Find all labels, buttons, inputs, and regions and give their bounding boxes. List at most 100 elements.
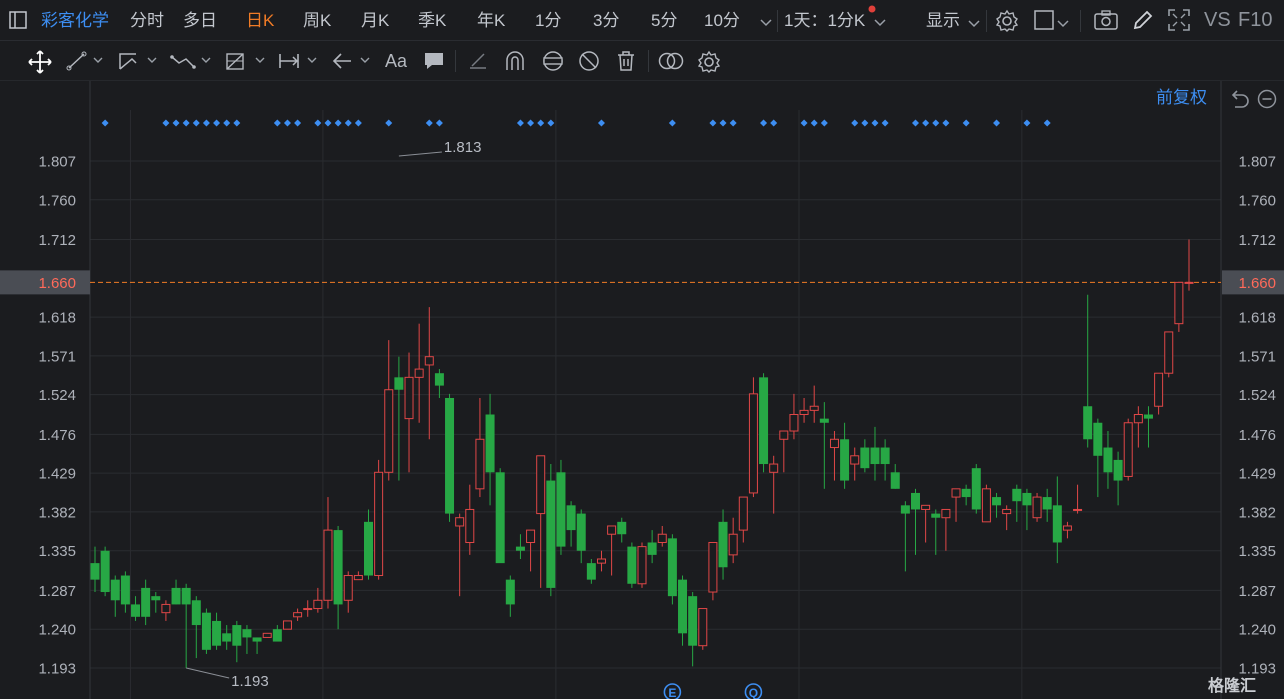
event-diamond-icon[interactable] [962, 119, 970, 127]
candle-body-up[interactable] [1073, 508, 1083, 511]
candle-body-down[interactable] [100, 550, 110, 593]
candle-body-down[interactable] [880, 447, 890, 465]
event-diamond-icon[interactable] [547, 119, 555, 127]
period-tab[interactable]: 年K [477, 0, 505, 41]
candle-body-up[interactable] [1062, 525, 1072, 531]
trash-icon[interactable] [616, 50, 636, 77]
candle-body-down[interactable] [1012, 488, 1022, 502]
adjust-mode-button[interactable]: 前复权 [1156, 86, 1207, 110]
chevron-down-icon[interactable] [968, 16, 980, 34]
candle-body-down[interactable] [120, 575, 130, 605]
event-diamond-icon[interactable] [324, 119, 332, 127]
candle-body-up[interactable] [526, 529, 536, 543]
gear-icon[interactable] [995, 9, 1019, 38]
candle-body-down[interactable] [931, 513, 941, 518]
candle-body-down[interactable] [556, 472, 566, 547]
candle-body-down[interactable] [1042, 497, 1052, 510]
candle-body-down[interactable] [1103, 447, 1113, 473]
chevron-down-icon[interactable] [1057, 16, 1069, 34]
candle-body-up[interactable] [769, 463, 779, 473]
range-tool-icon[interactable] [278, 51, 322, 76]
event-diamond-icon[interactable] [172, 119, 180, 127]
event-diamond-icon[interactable] [516, 119, 524, 127]
candle-body-down[interactable] [617, 521, 627, 535]
fib-tool-icon[interactable] [224, 50, 268, 77]
candle-body-up[interactable] [748, 393, 758, 494]
event-diamond-icon[interactable] [709, 119, 717, 127]
candle-body-down[interactable] [546, 480, 556, 588]
candle-body-down[interactable] [485, 414, 495, 473]
candle-body-up[interactable] [1164, 331, 1174, 374]
candle-body-up[interactable] [262, 632, 272, 638]
candle-body-up[interactable] [637, 546, 647, 585]
candle-body-up[interactable] [941, 508, 951, 519]
candle-body-down[interactable] [911, 492, 920, 510]
candle-body-up[interactable] [455, 517, 465, 527]
candle-body-down[interactable] [627, 546, 637, 584]
more-periods-chevron-icon[interactable] [760, 15, 772, 33]
candle-body-down[interactable] [171, 587, 181, 605]
candle-body-down[interactable] [505, 579, 515, 605]
layout-square-icon[interactable] [1034, 10, 1054, 35]
period-tab[interactable]: 日K [246, 0, 274, 41]
eraser-icon[interactable] [467, 51, 489, 76]
candle-body-down[interactable] [1022, 492, 1032, 506]
candle-body-down[interactable] [870, 447, 880, 465]
display-menu[interactable]: 显示 [926, 0, 960, 41]
zoom-out-icon[interactable] [1257, 89, 1277, 114]
candle-body-down[interactable] [566, 505, 576, 531]
event-diamond-icon[interactable] [881, 119, 889, 127]
candle-body-up[interactable] [1123, 422, 1133, 477]
candle-body-down[interactable] [647, 542, 657, 555]
move-cross-icon[interactable] [28, 50, 52, 79]
candle-body-down[interactable] [201, 612, 211, 650]
event-diamond-icon[interactable] [354, 119, 362, 127]
candle-body-down[interactable] [718, 521, 728, 568]
candle-body-up[interactable] [1002, 508, 1012, 515]
event-diamond-icon[interactable] [192, 119, 200, 127]
event-diamond-icon[interactable] [344, 119, 352, 127]
period-tab[interactable]: 周K [303, 0, 331, 41]
comment-icon[interactable] [423, 51, 445, 76]
candle-body-down[interactable] [860, 447, 870, 469]
event-diamond-icon[interactable] [770, 119, 778, 127]
undo-icon[interactable] [1229, 89, 1249, 114]
candle-body-up[interactable] [282, 620, 292, 630]
candle-body-down[interactable] [212, 620, 222, 646]
candle-body-down[interactable] [515, 546, 525, 551]
event-diamond-icon[interactable] [719, 119, 727, 127]
candle-body-down[interactable] [394, 377, 404, 390]
event-diamond-icon[interactable] [597, 119, 605, 127]
candle-body-up[interactable] [981, 488, 991, 523]
channel-tool-icon[interactable] [118, 51, 160, 76]
event-diamond-icon[interactable] [851, 119, 859, 127]
vs-button[interactable]: VS [1204, 0, 1231, 41]
event-diamond-icon[interactable] [932, 119, 940, 127]
event-diamond-icon[interactable] [101, 119, 109, 127]
candlestick-chart[interactable]: 1.807 1.807 1.760 1.760 1.712 1.712 1.660 1.660… [0, 81, 1284, 699]
candle-body-down[interactable] [434, 373, 444, 386]
candle-body-up[interactable] [728, 533, 738, 556]
candle-body-up[interactable] [303, 608, 313, 611]
period-tab[interactable]: 分时 [130, 0, 164, 41]
candle-body-up[interactable] [1133, 414, 1143, 424]
candle-body-up[interactable] [293, 612, 303, 618]
candle-body-up[interactable] [789, 414, 799, 432]
event-marker-label[interactable]: E [668, 686, 676, 699]
candle-body-up[interactable] [353, 575, 363, 581]
candle-body-up[interactable] [850, 455, 860, 465]
candle-body-down[interactable] [495, 472, 505, 564]
candle-body-down[interactable] [272, 629, 282, 642]
candle-body-down[interactable] [141, 587, 151, 617]
lock-drawing-icon[interactable] [541, 50, 565, 77]
candle-body-down[interactable] [667, 538, 677, 597]
event-diamond-icon[interactable] [294, 119, 302, 127]
candle-body-down[interactable] [586, 563, 596, 580]
event-diamond-icon[interactable] [871, 119, 879, 127]
candle-body-up[interactable] [657, 533, 667, 543]
event-diamond-icon[interactable] [800, 119, 808, 127]
candle-body-up[interactable] [313, 599, 323, 610]
candle-body-up[interactable] [738, 496, 748, 531]
candle-body-up[interactable] [921, 504, 931, 510]
candle-body-up[interactable] [374, 471, 384, 577]
